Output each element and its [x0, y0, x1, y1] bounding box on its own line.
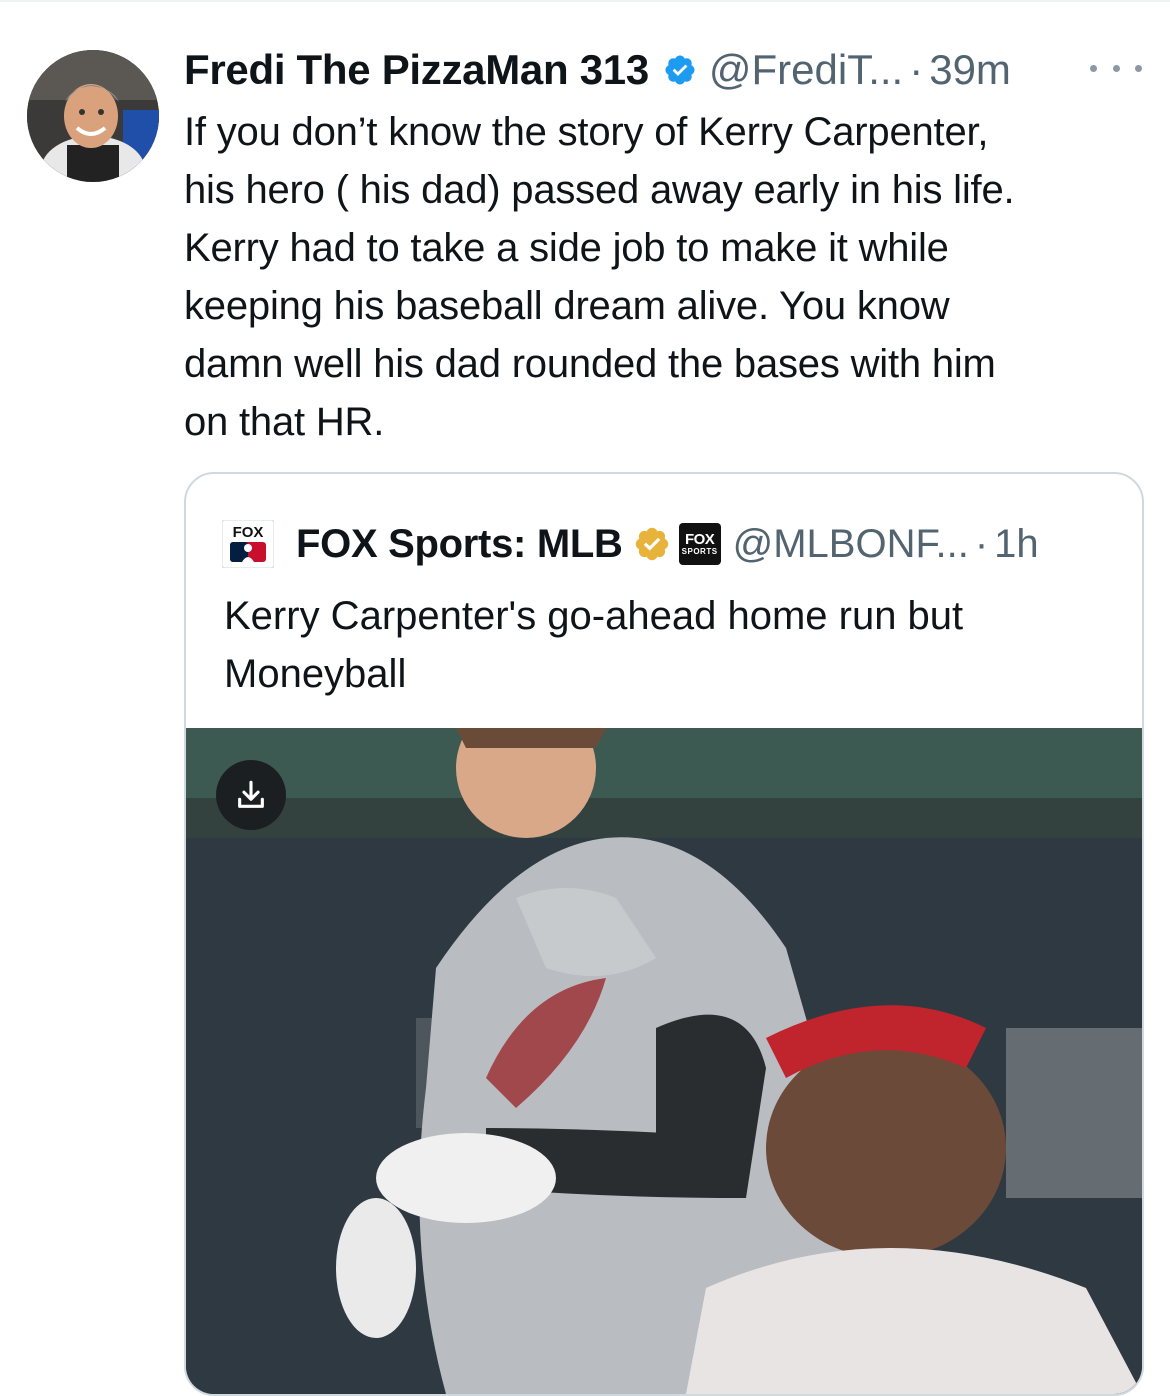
gold-verified-badge-icon — [635, 527, 668, 561]
top-divider — [0, 0, 1170, 2]
tweet-time[interactable]: 39m — [929, 44, 1011, 96]
quoted-tweet-time[interactable]: 1h — [994, 522, 1039, 567]
quoted-author-handle[interactable]: @MLBONF... — [733, 522, 969, 567]
tweet-text: If you don’t know the story of Kerry Car… — [184, 110, 1015, 444]
affiliate-badge-line1: FOX — [684, 531, 715, 548]
author-avatar[interactable] — [27, 50, 159, 182]
fox-logo-text: FOX — [233, 524, 264, 541]
fox-sports-affiliate-badge[interactable]: FOX SPORTS — [678, 523, 721, 565]
fox-mlb-logo[interactable]: FOX — [222, 520, 274, 568]
quoted-tweet-header: FOX FOX Sports: MLB FOX SPORTS @MLBONF..… — [222, 516, 1039, 572]
separator-dot: · — [909, 46, 924, 93]
quoted-tweet-card[interactable]: FOX FOX Sports: MLB FOX SPORTS @MLBONF..… — [184, 472, 1144, 1396]
video-media[interactable] — [186, 728, 1142, 1394]
download-button[interactable] — [216, 760, 286, 830]
author-handle[interactable]: @FrediT... — [709, 44, 903, 96]
quoted-author-name[interactable]: FOX Sports: MLB — [296, 522, 623, 567]
video-frame — [186, 728, 1142, 1394]
tweet-header: Fredi The PizzaMan 313 @FrediT... · 39m — [184, 44, 1011, 96]
author-name[interactable]: Fredi The PizzaMan 313 — [184, 44, 649, 96]
more-options-icon[interactable] — [1090, 56, 1142, 80]
quoted-tweet-text: Kerry Carpenter's go-ahead home run but … — [224, 594, 964, 696]
quoted-separator-dot: · — [974, 521, 989, 566]
verified-badge-icon — [665, 55, 695, 85]
affiliate-badge-line2: SPORTS — [681, 547, 718, 556]
download-icon — [238, 780, 264, 808]
